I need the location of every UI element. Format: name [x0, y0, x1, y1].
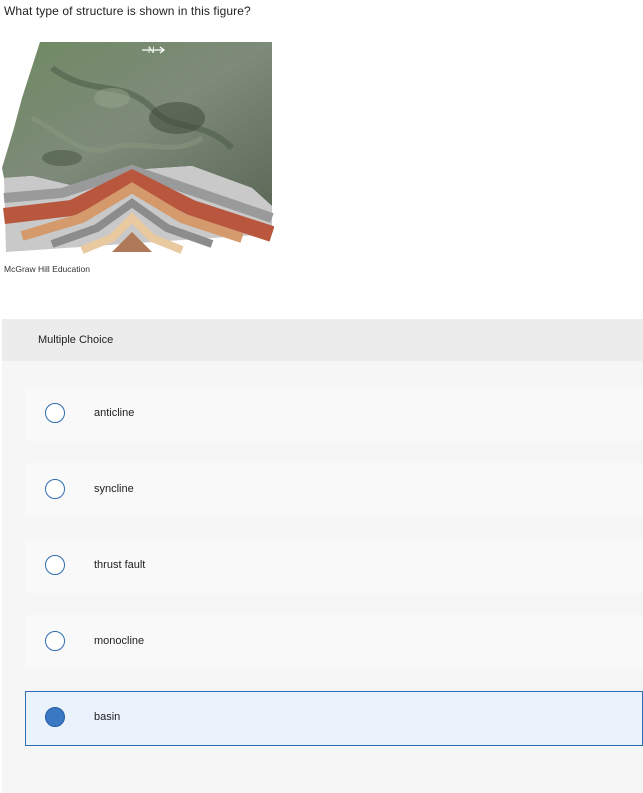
panel-header: Multiple Choice	[2, 319, 643, 361]
radio-button[interactable]	[45, 631, 65, 651]
radio-button[interactable]	[45, 479, 65, 499]
question-text: What type of structure is shown in this …	[4, 4, 251, 18]
panel-title: Multiple Choice	[38, 334, 114, 346]
north-arrow-label: N	[148, 45, 155, 55]
multiple-choice-panel: Multiple Choice anticline syncline thrus…	[2, 319, 643, 793]
choice-monocline[interactable]: monocline	[25, 615, 643, 669]
radio-button[interactable]	[45, 403, 65, 423]
choice-label: thrust fault	[94, 559, 146, 571]
radio-button[interactable]	[45, 555, 65, 575]
choice-syncline[interactable]: syncline	[25, 463, 643, 517]
choice-basin[interactable]: basin	[25, 691, 643, 746]
choice-anticline[interactable]: anticline	[25, 387, 643, 441]
image-credit: McGraw Hill Education	[4, 264, 90, 274]
radio-button-selected[interactable]	[45, 707, 65, 727]
geology-block-diagram: N	[2, 42, 274, 254]
choice-label: basin	[94, 711, 121, 723]
choice-label: anticline	[94, 407, 135, 419]
choice-thrust-fault[interactable]: thrust fault	[25, 539, 643, 593]
choice-label: syncline	[94, 483, 134, 495]
choice-label: monocline	[94, 635, 145, 647]
